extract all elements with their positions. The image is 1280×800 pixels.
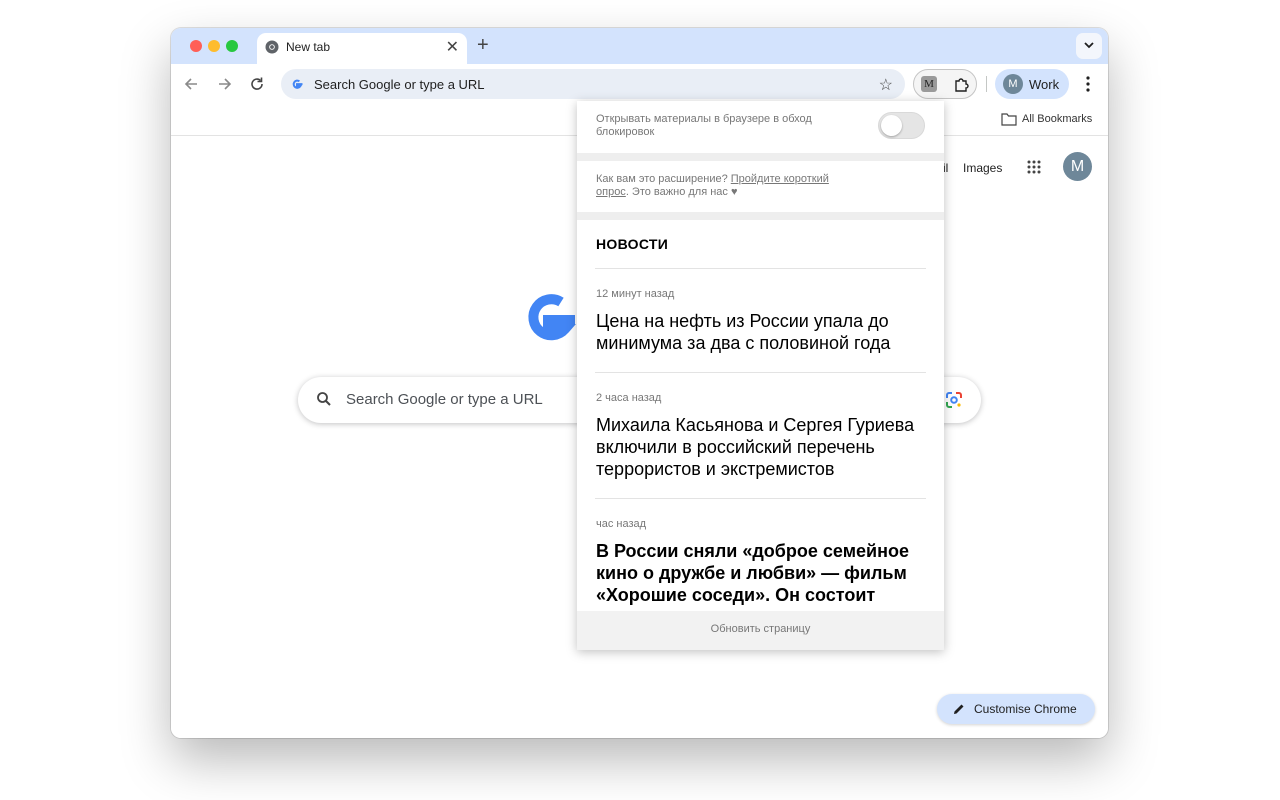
news-separator (595, 498, 926, 499)
back-icon[interactable] (181, 73, 203, 95)
bypass-toggle[interactable] (878, 112, 925, 139)
news-separator (595, 268, 926, 269)
forward-icon[interactable] (213, 73, 235, 95)
close-window-button[interactable] (190, 40, 202, 52)
address-bar-text: Search Google or type a URL (314, 77, 485, 92)
google-g-icon (292, 79, 303, 89)
toolbar-divider (986, 76, 987, 92)
toolbar: Search Google or type a URL ☆ M M Work (171, 64, 1108, 104)
tab-search-button[interactable] (1076, 33, 1102, 59)
google-lens-icon[interactable] (945, 391, 963, 409)
news-time: 12 минут назад (596, 288, 675, 300)
extension-popup: Открывать материалы в браузере в обход б… (577, 101, 944, 650)
apps-grid-icon[interactable] (1027, 160, 1041, 174)
profile-label: Work (1029, 77, 1060, 92)
news-header: НОВОСТИ (596, 236, 669, 252)
toggle-knob (881, 115, 902, 136)
section-divider (577, 212, 944, 220)
pencil-icon (954, 704, 964, 714)
tab-strip: New tab ✕ + (171, 28, 1108, 64)
news-title[interactable]: Цена на нефть из России упала до минимум… (596, 310, 931, 354)
menu-dots-icon[interactable] (1083, 75, 1093, 93)
profile-button[interactable]: M Work (995, 69, 1069, 99)
minimize-window-button[interactable] (208, 40, 220, 52)
puzzle-icon[interactable] (953, 75, 971, 93)
account-avatar[interactable]: M (1063, 152, 1092, 181)
refresh-page-footer[interactable]: Обновить страницу (577, 611, 944, 650)
new-tab-button[interactable]: + (477, 34, 489, 57)
tab-new-tab[interactable]: New tab ✕ (257, 33, 467, 64)
folder-icon (1001, 113, 1017, 126)
news-time: час назад (596, 518, 647, 530)
zoom-window-button[interactable] (226, 40, 238, 52)
survey-text: Как вам это расширение? Пройдите коротки… (596, 173, 841, 199)
survey-prefix: Как вам это расширение? (596, 173, 731, 185)
news-time: 2 часа назад (596, 392, 662, 404)
refresh-page-label: Обновить страницу (710, 623, 811, 635)
news-title[interactable]: Михаила Касьянова и Сергея Гуриева включ… (596, 414, 931, 480)
google-logo (528, 294, 576, 341)
close-tab-icon[interactable]: ✕ (446, 37, 459, 57)
avatar: M (1003, 74, 1023, 94)
section-divider (577, 153, 944, 161)
extensions-pill: M (913, 69, 977, 99)
bypass-setting-row: Открывать материалы в браузере в обход б… (577, 101, 944, 153)
extension-m-icon[interactable]: M (921, 76, 937, 92)
customise-chrome-button[interactable]: Customise Chrome (937, 694, 1095, 724)
news-separator (595, 372, 926, 373)
bypass-setting-label: Открывать материалы в браузере в обход б… (596, 113, 812, 138)
customise-chrome-label: Customise Chrome (974, 702, 1077, 716)
chevron-down-icon (1084, 42, 1094, 49)
survey-suffix: . Это важно для нас ♥ (625, 186, 738, 198)
address-bar[interactable]: Search Google or type a URL ☆ (281, 69, 905, 99)
search-icon (317, 392, 331, 406)
search-input[interactable]: Search Google or type a URL (346, 391, 543, 408)
reload-icon[interactable] (246, 73, 268, 95)
bookmark-star-icon[interactable]: ☆ (879, 75, 893, 95)
images-link[interactable]: Images (963, 161, 1002, 175)
tab-title: New tab (286, 40, 331, 54)
news-title[interactable]: В России сняли «доброе семейное кино о д… (596, 540, 931, 606)
chrome-icon (265, 40, 279, 54)
all-bookmarks-link[interactable]: All Bookmarks (1022, 113, 1092, 125)
